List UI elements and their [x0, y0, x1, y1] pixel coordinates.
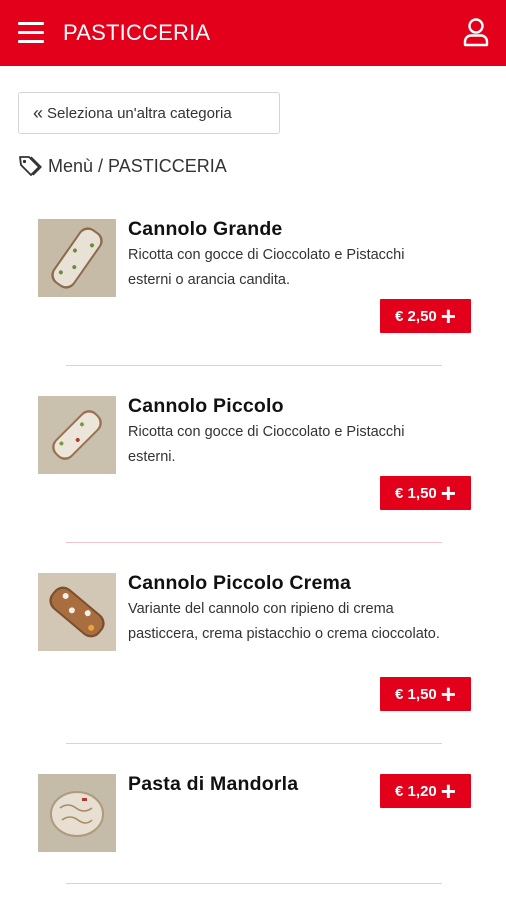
add-to-cart-button[interactable]: € 1,50 + — [380, 677, 471, 711]
select-other-category-button[interactable]: « Seleziona un'altra categoria — [18, 92, 280, 134]
double-chevron-left-icon: « — [33, 103, 44, 123]
user-icon[interactable] — [462, 17, 490, 47]
divider — [66, 743, 442, 744]
plus-icon: + — [440, 679, 456, 709]
price-label: € 2,50 — [395, 307, 437, 325]
add-to-cart-button[interactable]: € 1,20 + — [380, 774, 471, 808]
divider — [66, 883, 442, 884]
divider — [66, 365, 442, 366]
plus-icon: + — [440, 776, 456, 806]
product-name: Pasta di Mandorla — [128, 773, 299, 795]
product-image[interactable] — [38, 396, 116, 474]
product-image[interactable] — [38, 219, 116, 297]
product-description: Ricotta con gocce di Cioccolato e Pistac… — [128, 247, 405, 288]
breadcrumb: Menù / PASTICCERIA — [18, 155, 227, 177]
price-label: € 1,50 — [395, 685, 437, 703]
plus-icon: + — [440, 478, 456, 508]
page-title: PASTICCERIA — [63, 20, 211, 45]
add-to-cart-button[interactable]: € 1,50 + — [380, 476, 471, 510]
product-description: Variante del cannolo con ripieno di crem… — [128, 601, 440, 642]
price-label: € 1,20 — [395, 782, 437, 800]
tag-icon — [19, 156, 42, 176]
product-name: Cannolo Grande — [128, 218, 283, 240]
plus-icon: + — [440, 301, 456, 331]
product-name: Cannolo Piccolo Crema — [128, 572, 352, 594]
app-bar: PASTICCERIA — [0, 0, 506, 66]
breadcrumb-text: Menù / PASTICCERIA — [48, 155, 227, 176]
product-image[interactable] — [38, 573, 116, 651]
product-name: Cannolo Piccolo — [128, 395, 284, 417]
product-description: Ricotta con gocce di Cioccolato e Pistac… — [128, 424, 405, 465]
select-other-category-label: Seleziona un'altra categoria — [47, 104, 232, 122]
hamburger-menu-icon[interactable] — [18, 22, 44, 44]
add-to-cart-button[interactable]: € 2,50 + — [380, 299, 471, 333]
divider — [66, 542, 442, 543]
product-image[interactable] — [38, 774, 116, 852]
price-label: € 1,50 — [395, 484, 437, 502]
